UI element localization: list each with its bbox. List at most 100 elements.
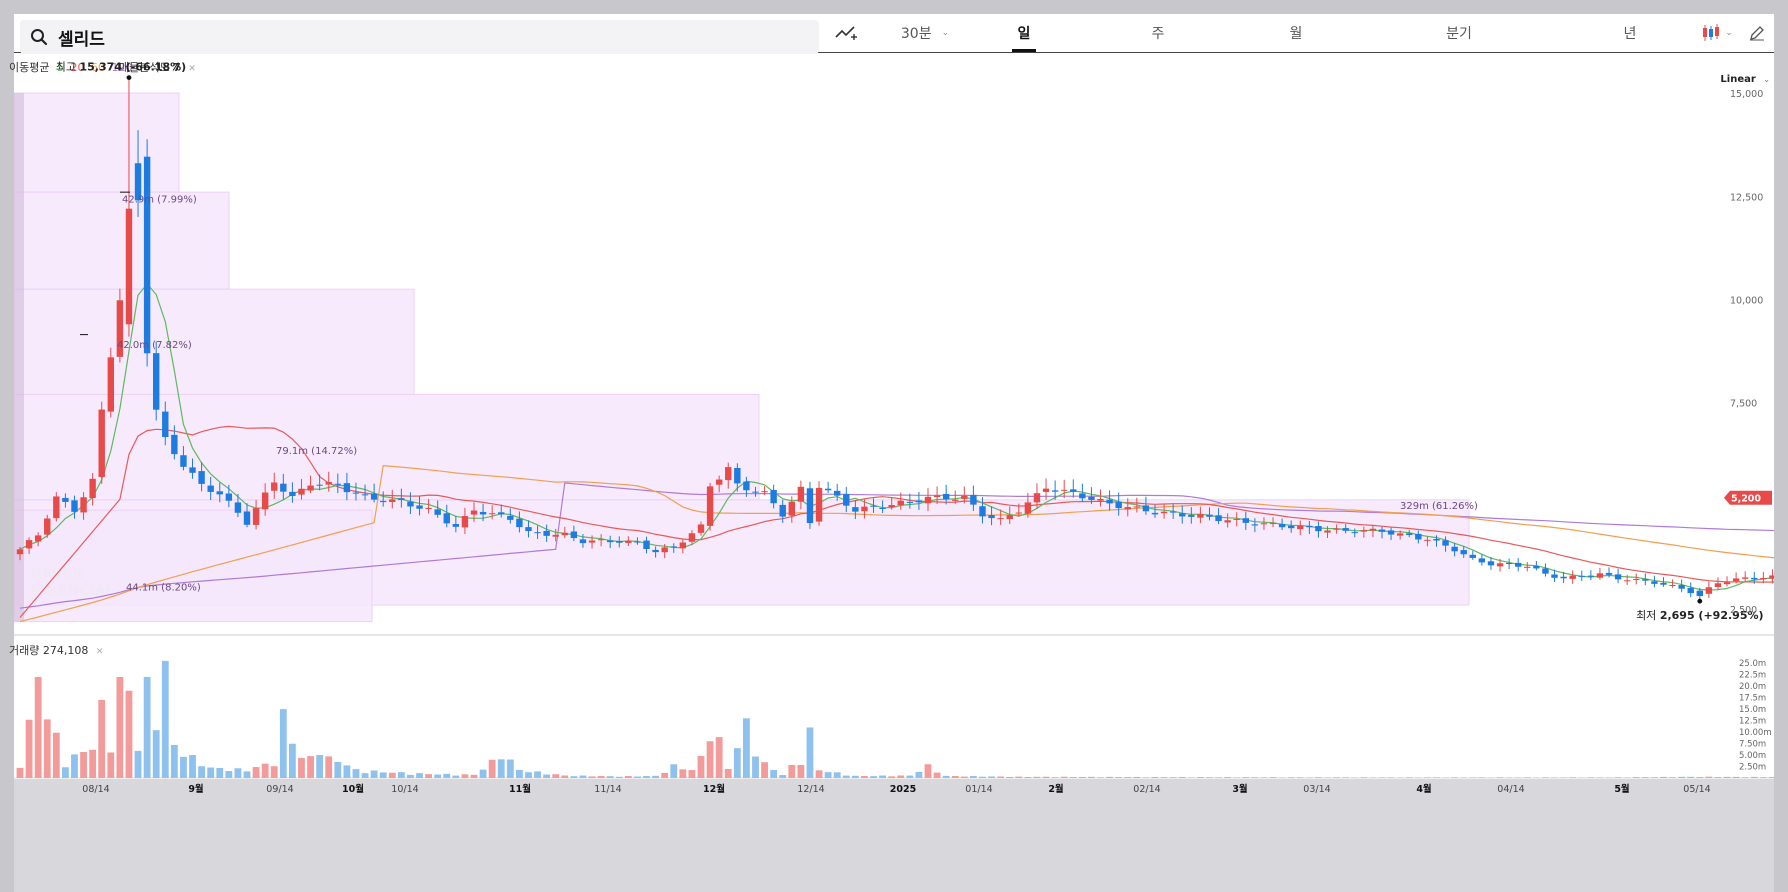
time-tick-label: 09/14 [266,784,293,795]
candle-body [616,541,623,543]
candle-body [933,495,941,498]
volume-bar [552,774,560,778]
candle-body [1024,502,1032,514]
candle-body [1033,493,1041,503]
volume-profile-bar [14,92,180,193]
volume-tick-label: 2.50m [1739,763,1766,773]
candle-body [80,497,87,513]
volume-bar [1160,777,1168,778]
candle-body [153,353,160,410]
volume-profile-label: 42.0m (7.82%) [117,340,192,351]
volume-bar [543,774,551,778]
candle-body [1097,498,1104,501]
candle-body [280,483,287,492]
candle-body [1578,575,1585,577]
candle-body [171,434,178,455]
volume-bar [652,775,659,778]
volume-profile-label: 44.1m (8.20%) [126,583,201,594]
volume-bar [1224,777,1232,778]
candle-body [1623,580,1631,582]
candle-body [625,540,632,543]
candle-body [398,498,405,500]
price-chart[interactable]: NAVERFINANCIAL42.9m (7.99%)42.0m (7.82%)… [14,14,1774,892]
price-axis: 15,000 12,500 10,000 7,500 2,500 5,200 [1724,89,1772,616]
volume-bar [497,759,505,778]
candle-body [843,494,850,506]
candle-body [1061,489,1068,491]
candle-body [71,500,78,512]
time-tick-label: 11/14 [594,784,621,795]
candle-body [1151,512,1159,515]
candle-body [334,483,341,485]
candle-body [752,491,759,493]
volume-bar [407,774,414,778]
volume-bar [706,741,714,778]
volume-bar [870,776,877,778]
volume-bar [71,754,78,778]
volume-bar [606,776,614,778]
candle-body [1133,506,1141,508]
candle-body [1433,538,1440,541]
candle-body [534,532,541,534]
candle-body [1760,577,1767,579]
candle-body [1732,578,1740,582]
candle-body [1297,525,1304,530]
volume-bar [1469,777,1477,778]
volume-bar [1451,777,1459,778]
candle-body [906,501,914,503]
candle-body [834,490,841,496]
time-axis-bg [14,779,1774,892]
volume-bar [643,776,650,778]
volume-bar [588,776,596,778]
candle-body [488,513,496,515]
volume-bar [261,763,269,778]
candle-body [1696,590,1703,597]
candle-body [688,533,696,542]
candle-body [1742,577,1749,579]
candle-body [180,455,187,467]
volume-bar [988,776,995,778]
candle-body [697,524,705,533]
volume-bar [1151,776,1159,778]
candle-body [743,481,750,491]
volume-bar [225,771,233,778]
candle-body [1705,587,1713,594]
volume-bar [1305,777,1313,778]
candle-body [352,492,360,494]
candle-body [25,540,33,549]
volume-bar [52,732,60,778]
volume-bar [470,774,478,778]
volume-tick-label: 20.0m [1739,682,1766,692]
volume-bar [488,759,496,778]
volume-profile-bar [14,509,373,623]
volume-bar [1296,777,1304,778]
time-tick-label: 4월 [1416,783,1431,795]
volume-bar [897,775,905,778]
time-axis: 08/14 9월 09/14 10월 10/14 11월 11/14 12월 12/14 2025… [14,779,1774,892]
time-tick-label: 2025 [890,784,916,795]
volume-bar [461,774,469,778]
volume-bar [1523,777,1531,778]
volume-bar [1623,777,1631,778]
candle-body [1442,540,1449,546]
candle-body [207,485,214,492]
volume-bar [234,768,242,778]
high-value: 15,374 (-66.18%) [79,61,186,74]
candle-body [1206,514,1213,517]
candle-body [143,156,151,354]
time-tick-label: 01/14 [965,784,992,795]
candle-body [1660,582,1667,585]
volume-bar [534,771,541,778]
volume-bar [915,772,923,778]
volume-bar [779,775,787,778]
candle-body [98,409,105,478]
volume-bar [1605,777,1613,778]
volume-bar [1505,777,1513,778]
volume-bar [906,775,914,778]
candle-body [1269,523,1277,525]
price-tick-label: 10,000 [1730,296,1763,307]
volume-bar [1106,776,1113,778]
candle-body [1478,558,1486,563]
volume-bar [733,748,741,778]
time-tick-label: 12월 [703,783,725,795]
